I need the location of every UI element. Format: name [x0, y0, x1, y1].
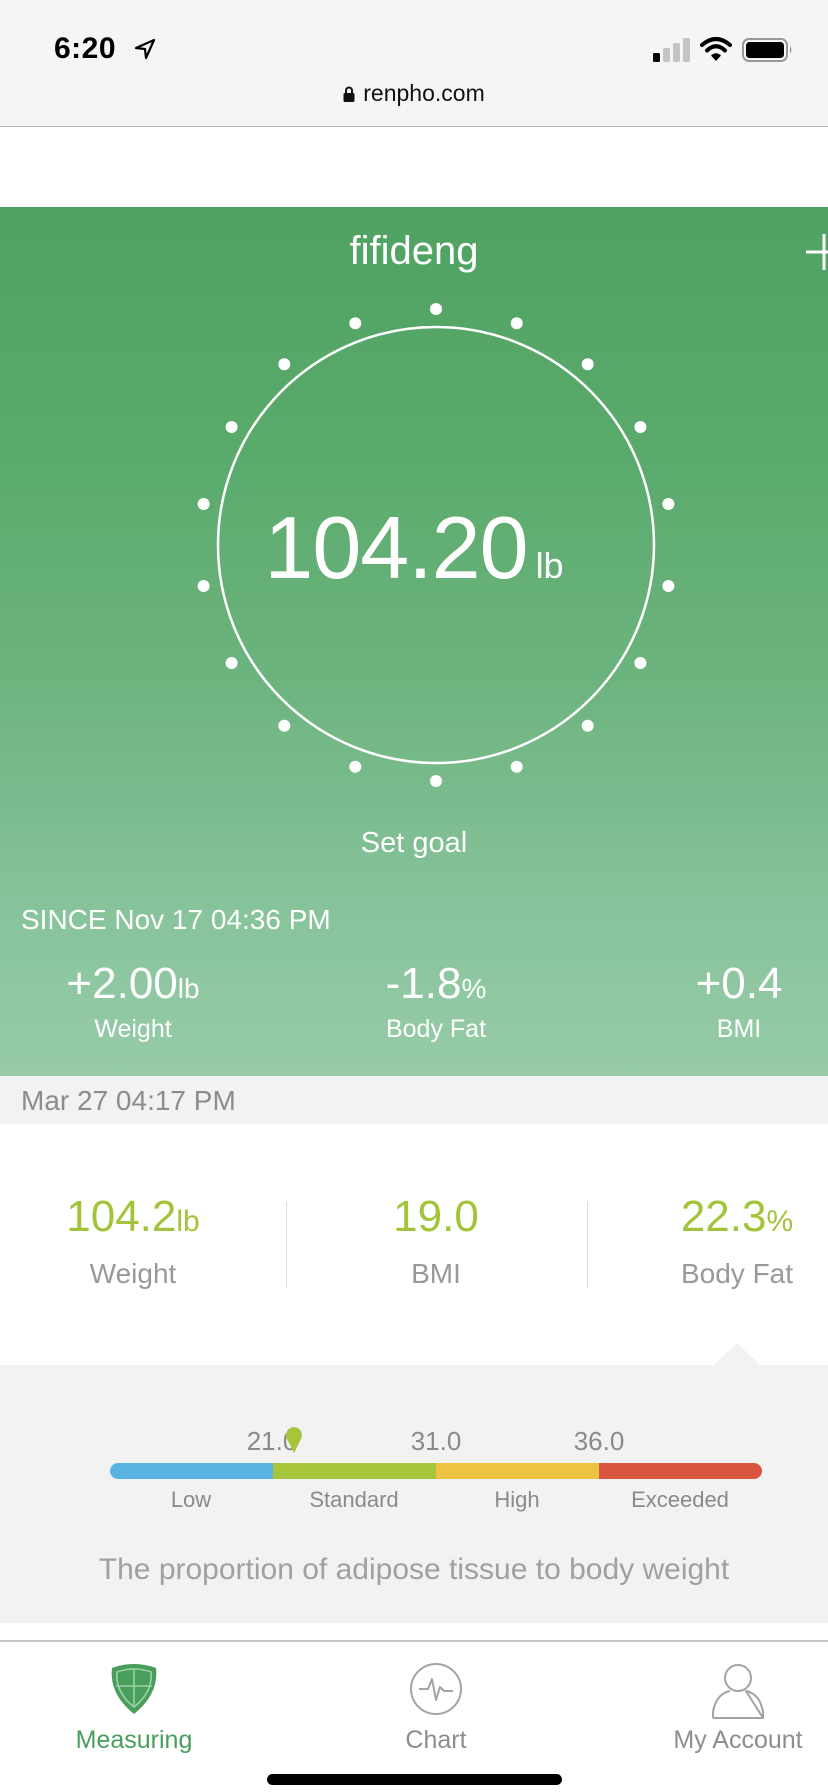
tab-my-account[interactable]: My Account: [628, 1642, 828, 1762]
dial-dot: [510, 317, 523, 330]
metric-value: 19.0: [393, 1192, 479, 1241]
divider: [286, 1202, 287, 1288]
delta-value: -1.8: [385, 959, 462, 1008]
pulse-chart-icon: [410, 1663, 462, 1715]
metric-label: Weight: [89, 1258, 177, 1289]
segment-label: Low: [170, 1487, 212, 1512]
delta-unit: %: [461, 973, 487, 1004]
range-segment-low: [110, 1463, 273, 1479]
delta-label: Weight: [94, 1015, 172, 1043]
metric-label: Body Fat: [680, 1258, 794, 1289]
metric-unit: lb: [176, 1205, 200, 1238]
body-fat-range-panel: 21.0 31.0 36.0 Low Standard High Exceede…: [0, 1365, 828, 1623]
delta-label: Body Fat: [385, 1015, 487, 1043]
delta-label: BMI: [716, 1015, 762, 1043]
metric-body-fat[interactable]: 22.3% Body Fat: [607, 1192, 828, 1290]
metric-value: 104.2: [66, 1192, 177, 1241]
range-segment-standard: [273, 1463, 436, 1479]
range-segment-exceeded: [599, 1463, 762, 1479]
selected-metric-pointer: [713, 1343, 761, 1366]
range-segment-high: [436, 1463, 599, 1479]
metric-bmi[interactable]: 19.0 BMI: [306, 1192, 566, 1290]
dial-dot: [278, 358, 291, 371]
shield-icon: [111, 1664, 157, 1714]
address-bar[interactable]: renpho.com: [0, 80, 828, 107]
metrics-row: 104.2lb Weight 19.0 BMI 22.3% Body Fat: [0, 1124, 828, 1366]
delta-value: +0.4: [695, 959, 783, 1008]
battery-icon: [742, 38, 792, 62]
divider: [587, 1202, 588, 1288]
tab-chart[interactable]: Chart: [326, 1642, 546, 1762]
delta-weight: +2.00lb Weight: [13, 959, 253, 1044]
dial-dot: [634, 421, 647, 433]
weight-summary-header: fifideng 104.20 lb Set goal SINCE Nov 17 …: [0, 207, 828, 1076]
measurement-date-bar: Mar 27 04:17 PM: [0, 1076, 828, 1124]
dial-dot: [430, 775, 442, 787]
lock-icon: [343, 86, 355, 102]
metric-description: The proportion of adipose tissue to body…: [98, 1553, 730, 1586]
dial-dot: [278, 719, 291, 732]
segment-label: High: [494, 1487, 540, 1512]
tab-measuring[interactable]: Measuring: [24, 1642, 244, 1762]
metric-value: 22.3: [680, 1192, 767, 1241]
segment-label: Exceeded: [631, 1487, 729, 1512]
since-label: SINCE Nov 17 04:36 PM: [21, 904, 331, 935]
metric-unit: %: [766, 1205, 794, 1238]
delta-unit: lb: [177, 973, 200, 1004]
tab-label: Chart: [405, 1726, 467, 1754]
dial-dot: [349, 317, 362, 330]
threshold-label: 36.0: [573, 1426, 625, 1456]
set-goal-button[interactable]: Set goal: [0, 827, 828, 860]
segment-label: Standard: [309, 1487, 399, 1512]
dial-dot: [225, 421, 238, 433]
dial-dot: [581, 719, 594, 732]
dial-dot: [581, 358, 594, 371]
home-indicator[interactable]: [267, 1774, 562, 1785]
delta-value: +2.00: [66, 959, 178, 1008]
metric-label: BMI: [411, 1258, 461, 1289]
metric-weight[interactable]: 104.2lb Weight: [3, 1192, 263, 1290]
bottom-tab-bar: Measuring Chart My Account: [0, 1640, 828, 1792]
tab-label: Measuring: [75, 1726, 193, 1754]
dial-dot: [510, 760, 523, 773]
cellular-signal-icon: [653, 38, 690, 62]
location-arrow-icon: [134, 38, 156, 60]
browser-chrome: 6:20 renpho.com: [0, 0, 828, 127]
current-weight-unit: lb: [535, 545, 564, 586]
current-weight-value: 104.20: [264, 498, 528, 597]
current-weight: 104.20 lb: [0, 497, 828, 599]
range-bar: [110, 1463, 762, 1479]
status-time: 6:20: [54, 32, 117, 65]
dial-dot: [430, 303, 442, 315]
dial-dot: [349, 760, 362, 773]
map-pin-marker-icon: [286, 1427, 303, 1453]
measurement-date: Mar 27 04:17 PM: [21, 1085, 236, 1116]
dial-dot: [225, 657, 238, 669]
tab-label: My Account: [673, 1726, 803, 1754]
wifi-icon: [700, 37, 732, 61]
delta-bmi: +0.4 BMI: [619, 959, 828, 1044]
user-icon: [712, 1664, 764, 1719]
url-text: renpho.com: [363, 80, 485, 106]
delta-body-fat: -1.8% Body Fat: [316, 959, 556, 1044]
threshold-label: 31.0: [410, 1426, 462, 1456]
dial-dot: [634, 657, 647, 669]
